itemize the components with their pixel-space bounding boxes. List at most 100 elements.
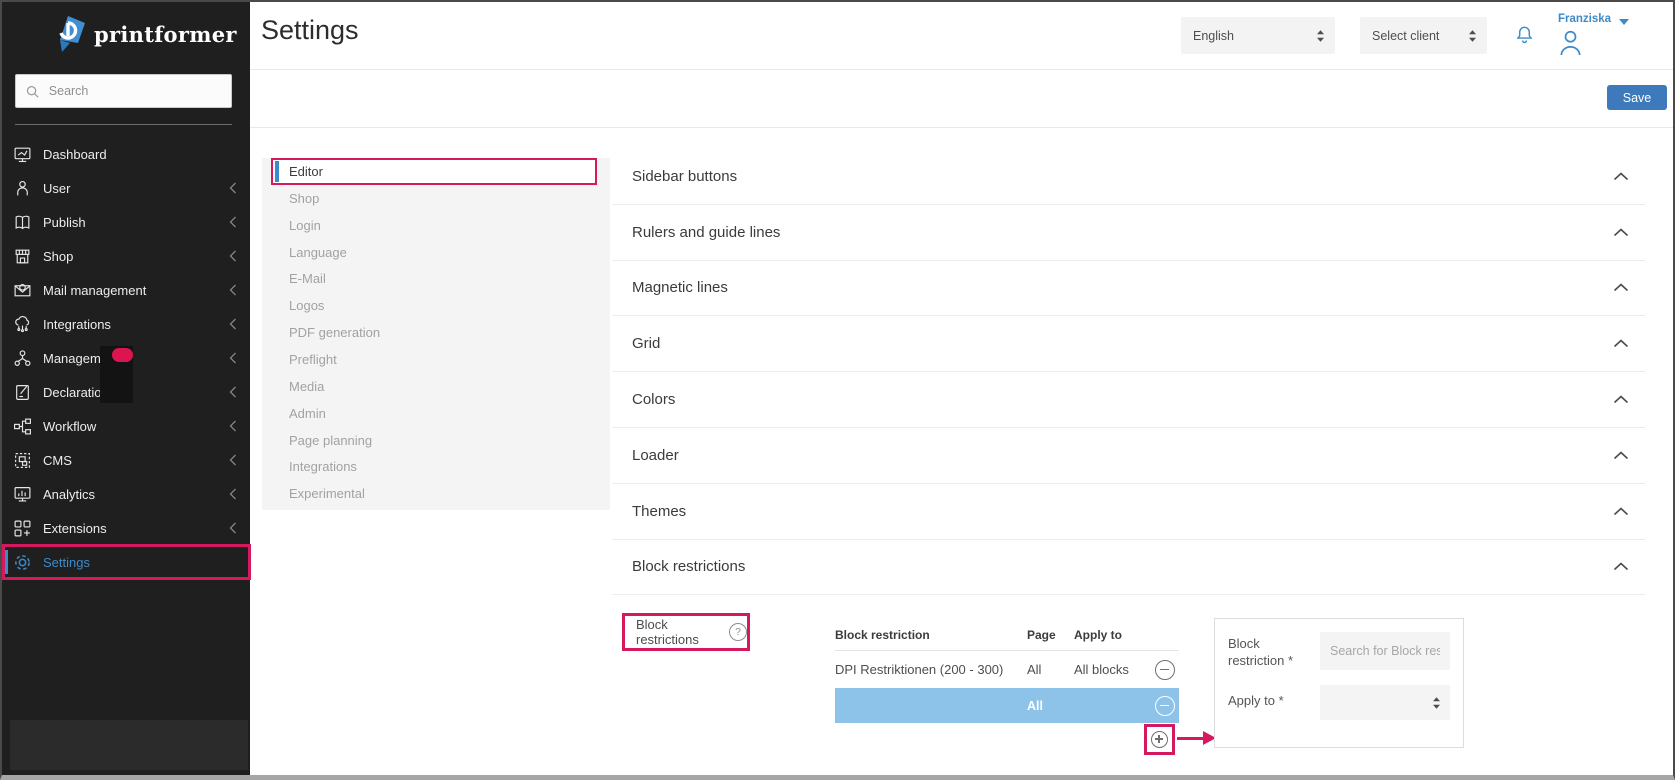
section-title: Colors: [632, 391, 675, 408]
chevron-up-icon: [1613, 228, 1629, 237]
toolbar-divider: [250, 127, 1673, 128]
block-restrictions-field-label: Block restrictions: [636, 617, 722, 647]
add-row-button[interactable]: [1151, 731, 1168, 748]
block-restriction-search-input[interactable]: [1320, 632, 1450, 670]
sidebar-item-publish[interactable]: Publish: [2, 205, 250, 239]
remove-row-button[interactable]: [1155, 660, 1175, 680]
chevron-left-icon: [229, 420, 237, 432]
updown-arrows-icon: [1468, 29, 1477, 43]
section-title: Sidebar buttons: [632, 168, 737, 185]
form-label-apply-to: Apply to *: [1228, 693, 1284, 708]
user-icon: [11, 179, 34, 198]
sidebar-item-label: Shop: [43, 249, 73, 264]
sidebar-item-label: CMS: [43, 453, 72, 468]
dashboard-icon: [11, 145, 34, 164]
chevron-up-icon: [1613, 339, 1629, 348]
section-colors[interactable]: Colors: [612, 372, 1645, 428]
sidebar-item-settings[interactable]: Settings: [2, 545, 250, 579]
table-row-selected[interactable]: All: [835, 688, 1179, 723]
sidebar-item-analytics[interactable]: Analytics: [2, 477, 250, 511]
chevron-left-icon: [229, 352, 237, 364]
apply-to-select[interactable]: [1320, 685, 1450, 720]
section-loader[interactable]: Loader: [612, 428, 1645, 484]
sidebar-item-user[interactable]: User: [2, 171, 250, 205]
subnav-item-label: Language: [289, 245, 347, 260]
subnav-item-shop[interactable]: Shop: [262, 185, 610, 212]
section-block-restrictions[interactable]: Block restrictions: [612, 540, 1645, 596]
subnav-item-media[interactable]: Media: [262, 373, 610, 400]
subnav-item-email[interactable]: E-Mail: [262, 266, 610, 293]
notifications-button[interactable]: [1513, 23, 1536, 47]
sidebar-item-label: Publish: [43, 215, 86, 230]
search-icon: [25, 83, 40, 100]
column-header-block-restriction: Block restriction: [835, 628, 1027, 642]
sidebar-item-integrations[interactable]: Integrations: [2, 307, 250, 341]
chevron-left-icon: [229, 284, 237, 296]
sidebar-search: [15, 74, 232, 108]
chevron-down-icon[interactable]: [1619, 19, 1629, 25]
subnav-item-pdf-generation[interactable]: PDF generation: [262, 319, 610, 346]
subnav-item-editor[interactable]: Editor: [271, 158, 597, 185]
sidebar-item-extensions[interactable]: Extensions: [2, 511, 250, 545]
section-title: Magnetic lines: [632, 279, 728, 296]
form-label-block-restriction: Block restriction *: [1228, 635, 1314, 669]
section-title: Block restrictions: [632, 558, 745, 575]
cell-apply-to: All blocks: [1074, 662, 1151, 677]
notification-badge: [112, 348, 133, 362]
chevron-left-icon: [229, 488, 237, 500]
sidebar-item-mail-management[interactable]: Mail management: [2, 273, 250, 307]
section-themes[interactable]: Themes: [612, 484, 1645, 540]
client-select[interactable]: Select client: [1360, 17, 1487, 54]
chevron-up-icon: [1613, 451, 1629, 460]
subnav-item-page-planning[interactable]: Page planning: [262, 427, 610, 454]
subnav-item-label: Admin: [289, 406, 326, 421]
document-pencil-icon: [11, 383, 34, 402]
avatar[interactable]: [1558, 29, 1583, 56]
section-magnetic-lines[interactable]: Magnetic lines: [612, 261, 1645, 317]
printformer-logo-icon: [50, 15, 86, 53]
sidebar: printformer Dashboard: [2, 2, 250, 775]
table-header-row: Block restriction Page Apply to: [835, 620, 1179, 651]
section-sidebar-buttons[interactable]: Sidebar buttons: [612, 149, 1645, 205]
workflow-icon: [11, 417, 34, 436]
annotation-block-restrictions-label-box: Block restrictions ?: [622, 613, 750, 651]
envelope-icon: [11, 281, 34, 300]
subnav-item-integrations[interactable]: Integrations: [262, 453, 610, 480]
section-grid[interactable]: Grid: [612, 316, 1645, 372]
search-input[interactable]: [47, 83, 222, 99]
subnav-item-experimental[interactable]: Experimental: [262, 480, 610, 507]
sidebar-item-label: Dashboard: [43, 147, 107, 162]
sidebar-item-cms[interactable]: CMS: [2, 443, 250, 477]
brand-logo[interactable]: printformer: [50, 15, 237, 53]
subnav-item-admin[interactable]: Admin: [262, 400, 610, 427]
language-select-value: English: [1193, 29, 1234, 43]
save-button[interactable]: Save: [1607, 85, 1667, 110]
subnav-item-label: PDF generation: [289, 325, 380, 340]
chevron-up-icon: [1613, 172, 1629, 181]
section-rulers-guide-lines[interactable]: Rulers and guide lines: [612, 205, 1645, 261]
chevron-left-icon: [229, 216, 237, 228]
column-header-apply-to: Apply to: [1074, 628, 1151, 642]
chevron-left-icon: [229, 250, 237, 262]
client-select-value: Select client: [1372, 29, 1439, 43]
sidebar-divider: [15, 124, 232, 125]
table-row[interactable]: DPI Restriktionen (200 - 300) All All bl…: [835, 651, 1179, 688]
cell-page: All: [1027, 662, 1074, 677]
subnav-item-label: E-Mail: [289, 271, 326, 286]
sidebar-item-workflow[interactable]: Workflow: [2, 409, 250, 443]
question-icon[interactable]: ?: [729, 623, 747, 641]
updown-arrows-icon: [1432, 696, 1441, 710]
chevron-left-icon: [229, 182, 237, 194]
subnav-item-login[interactable]: Login: [262, 212, 610, 239]
subnav-item-language[interactable]: Language: [262, 239, 610, 266]
subnav-item-preflight[interactable]: Preflight: [262, 346, 610, 373]
sidebar-item-dashboard[interactable]: Dashboard: [2, 137, 250, 171]
subnav-item-logos[interactable]: Logos: [262, 292, 610, 319]
subnav-item-label: Login: [289, 218, 321, 233]
sidebar-item-shop[interactable]: Shop: [2, 239, 250, 273]
user-name[interactable]: Franziska: [1558, 13, 1611, 25]
gear-icon: [11, 552, 34, 573]
language-select[interactable]: English: [1181, 17, 1335, 54]
subnav-item-label: Editor: [289, 164, 323, 179]
remove-row-button[interactable]: [1155, 696, 1175, 716]
